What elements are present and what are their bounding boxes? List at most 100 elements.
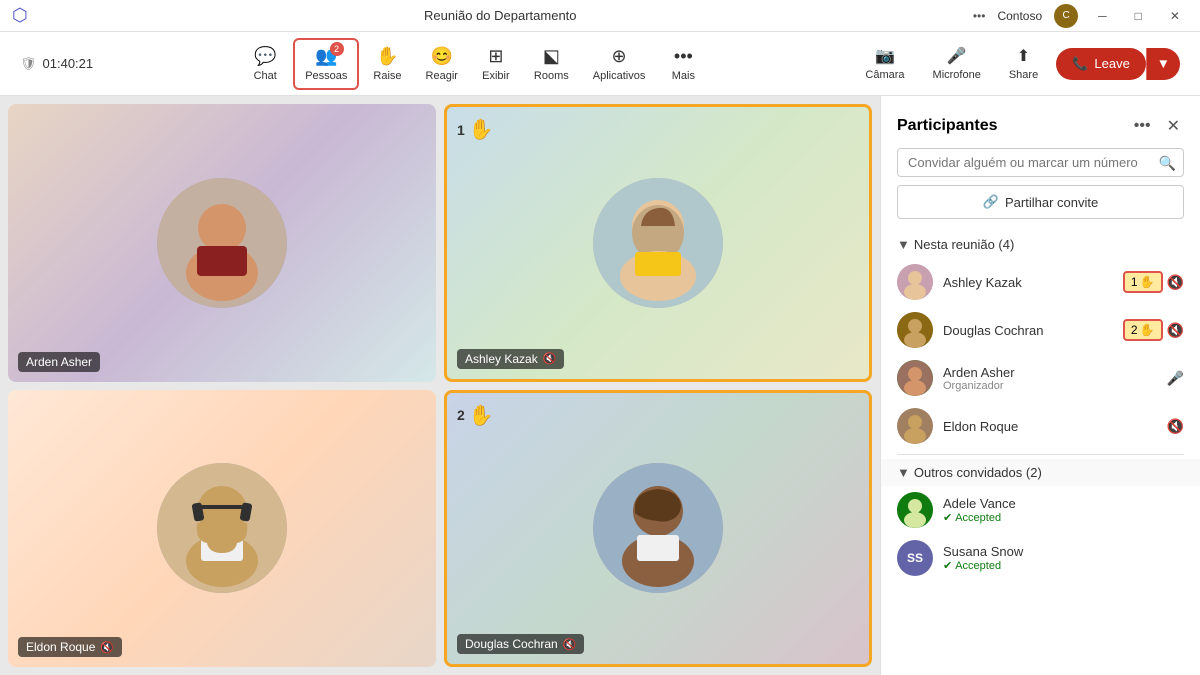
user-avatar[interactable]: C [1054, 4, 1078, 28]
camera-tool-btn[interactable]: 📷 Câmara [855, 40, 914, 87]
ashley-sidebar-name: Ashley Kazak [943, 275, 1113, 290]
raise-hand-icon2: ✋ [1140, 323, 1155, 337]
raise-label: Raise [373, 70, 401, 82]
susana-name: Susana Snow [943, 544, 1184, 559]
share-icon: ⬆ [1017, 46, 1030, 66]
invite-label: Partilhar convite [1005, 195, 1098, 210]
toolbar-right: 📷 Câmara 🎤 Microfone ⬆ Share 📞 Leave ▼ [855, 40, 1180, 87]
chevron-down-icon2: ▼ [897, 465, 910, 480]
susana-info: Susana Snow ✔ Accepted [943, 544, 1184, 572]
camera-label: Câmara [865, 69, 904, 81]
rooms-label: Rooms [534, 70, 569, 82]
raise-badge-ashley: 1 ✋ [457, 117, 494, 142]
raise-hand-icon-douglas: ✋ [469, 403, 494, 428]
title-bar: ⬡ Reunião do Departamento ••• Contoso C … [0, 0, 1200, 32]
name-tag-ashley: Ashley Kazak 🔇 [457, 349, 564, 369]
leave-button-group: 📞 Leave ▼ [1056, 48, 1180, 80]
others-label: Outros convidados (2) [914, 465, 1042, 480]
douglas-name: Douglas Cochran [465, 637, 558, 651]
rooms-tool-btn[interactable]: ⬕ Rooms [524, 40, 579, 88]
ashley-name: Ashley Kazak [465, 352, 538, 366]
mais-label: Mais [672, 70, 695, 82]
exibir-icon: ⊞ [488, 46, 503, 67]
avatar-eldon [157, 463, 287, 593]
in-meeting-label: Nesta reunião (4) [914, 237, 1014, 252]
title-bar-left: ⬡ [12, 5, 28, 26]
pessoas-icon: 👥 2 [315, 46, 337, 67]
mic-icon: 🎤 [947, 46, 967, 66]
arden-avatar-svg [157, 178, 287, 308]
douglas-raise-indicator: 2 ✋ [1123, 319, 1163, 341]
chevron-down-icon: ▼ [897, 237, 910, 252]
raise-hand-icon: ✋ [1140, 275, 1155, 289]
ashley-info: Ashley Kazak [943, 275, 1113, 290]
avatar-arden-sidebar [897, 360, 933, 396]
more-icon[interactable]: ••• [973, 9, 986, 23]
others-section-header[interactable]: ▼ Outros convidados (2) [881, 459, 1200, 486]
douglas-muted-icon: 🔇 [563, 638, 577, 651]
meeting-timer: 01:40:21 [43, 56, 94, 71]
eldon-sidebar-name: Eldon Roque [943, 419, 1157, 434]
adele-name: Adele Vance [943, 496, 1184, 511]
exibir-tool-btn[interactable]: ⊞ Exibir [472, 40, 520, 88]
avatar-eldon-sidebar [897, 408, 933, 444]
invite-btn[interactable]: 🔗 Partilhar convite [897, 185, 1184, 219]
close-btn[interactable]: ✕ [1162, 7, 1188, 25]
sidebar-more-btn[interactable]: ••• [1130, 112, 1155, 140]
meeting-title: Reunião do Departamento [424, 8, 577, 23]
leave-btn[interactable]: 📞 Leave [1056, 48, 1146, 80]
participant-ashley: Ashley Kazak 1 ✋ 🔇 [881, 258, 1200, 306]
title-bar-right: ••• Contoso C ─ □ ✕ [973, 4, 1188, 28]
mais-tool-btn[interactable]: ••• Mais [659, 40, 707, 88]
timer-area: 🛡 01:40:21 [20, 56, 93, 72]
aplicativos-tool-btn[interactable]: ⊕ Aplicativos [583, 40, 656, 88]
sidebar-header: Participantes ••• ✕ [881, 96, 1200, 148]
susana-status-text: Accepted [955, 560, 1001, 572]
search-input[interactable] [897, 148, 1184, 177]
arden-sidebar-name: Arden Asher [943, 365, 1157, 380]
video-tile-ashley: 1 ✋ Ashley Kazak 🔇 [444, 104, 872, 382]
sidebar-title: Participantes [897, 117, 997, 135]
check-icon2: ✔ [943, 559, 952, 572]
ashley-avatar-svg [593, 178, 723, 308]
reagir-tool-btn[interactable]: 😊 Reagir [416, 40, 468, 88]
maximize-btn[interactable]: □ [1127, 7, 1150, 25]
arden-actions: 🎤 [1167, 370, 1184, 387]
chat-icon: 💬 [254, 46, 276, 67]
toolbar: 🛡 01:40:21 💬 Chat 👥 2 Pessoas ✋ Raise 😊 … [0, 32, 1200, 96]
leave-dropdown-btn[interactable]: ▼ [1146, 48, 1180, 80]
raise-badge-douglas: 2 ✋ [457, 403, 494, 428]
arden-name: Arden Asher [26, 355, 92, 369]
camera-icon: 📷 [875, 46, 895, 66]
chat-tool-btn[interactable]: 💬 Chat [241, 40, 289, 88]
exibir-label: Exibir [482, 70, 510, 82]
in-meeting-section-header[interactable]: ▼ Nesta reunião (4) [881, 231, 1200, 258]
video-tile-eldon: Eldon Roque 🔇 [8, 390, 436, 668]
douglas-info: Douglas Cochran [943, 323, 1113, 338]
adele-status-text: Accepted [955, 512, 1001, 524]
raise-num-douglas: 2 [457, 407, 465, 423]
eldon-muted-icon: 🔇 [100, 641, 114, 654]
sidebar-close-btn[interactable]: ✕ [1163, 112, 1184, 140]
arden-role: Organizador [943, 380, 1157, 392]
avatar-ashley [593, 178, 723, 308]
avatar-ashley-sidebar [897, 264, 933, 300]
video-tile-arden: Arden Asher [8, 104, 436, 382]
teams-logo-icon: ⬡ [12, 5, 28, 26]
leave-label: Leave [1094, 56, 1129, 71]
ashley-mic-icon: 🔇 [1167, 274, 1184, 291]
mic-label: Microfone [933, 69, 981, 81]
pessoas-label: Pessoas [305, 70, 347, 82]
reagir-icon: 😊 [431, 46, 453, 67]
eldon-info: Eldon Roque [943, 419, 1157, 434]
raise-tool-btn[interactable]: ✋ Raise [363, 40, 411, 88]
avatar-adele [897, 492, 933, 528]
minimize-btn[interactable]: ─ [1090, 7, 1115, 25]
susana-status: ✔ Accepted [943, 559, 1184, 572]
raise-num-ashley: 1 [457, 122, 465, 138]
mic-tool-btn[interactable]: 🎤 Microfone [923, 40, 991, 87]
avatar-arden [157, 178, 287, 308]
pessoas-tool-btn[interactable]: 👥 2 Pessoas [293, 38, 359, 90]
phone-icon: 📞 [1072, 56, 1088, 72]
share-tool-btn[interactable]: ⬆ Share [999, 40, 1048, 87]
